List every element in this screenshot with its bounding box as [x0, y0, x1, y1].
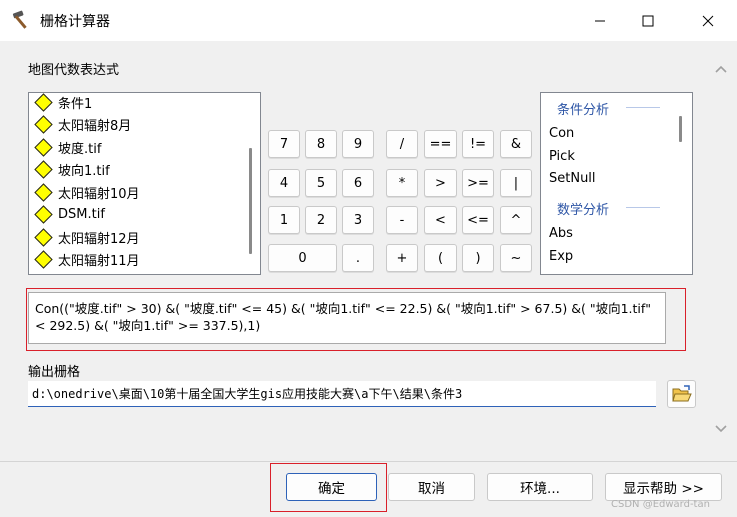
tools-scrollbar-thumb[interactable] — [679, 116, 682, 142]
calc-button-divide[interactable]: / — [386, 130, 418, 158]
calc-button-2[interactable]: 2 — [305, 206, 337, 234]
ok-highlight-frame — [270, 463, 387, 512]
tool-item-con[interactable]: Con — [549, 126, 574, 141]
close-icon — [702, 15, 714, 26]
minimize-button[interactable] — [577, 0, 623, 41]
calc-button-xor[interactable]: ^ — [500, 206, 532, 234]
raster-layer-icon — [34, 204, 53, 224]
raster-layer-icon — [34, 159, 53, 179]
layer-item[interactable]: DSM.tif — [34, 203, 105, 225]
calc-button-decimal[interactable]: . — [342, 244, 374, 272]
calc-button-plus[interactable]: + — [386, 244, 418, 272]
tool-category-conditional: 条件分析 — [557, 103, 610, 118]
calc-button-3[interactable]: 3 — [342, 206, 374, 234]
hammer-icon — [12, 10, 27, 29]
calc-button-1[interactable]: 1 — [268, 206, 300, 234]
raster-layer-icon — [34, 182, 53, 202]
calc-button-multiply[interactable]: * — [386, 169, 418, 197]
calc-button-minus[interactable]: - — [386, 206, 418, 234]
tools-scrollbar[interactable] — [674, 94, 691, 273]
watermark: CSDN @Edward-tan — [611, 499, 710, 510]
map-algebra-label: 地图代数表达式 — [28, 63, 120, 78]
window-title: 栅格计算器 — [40, 14, 110, 30]
raster-layer-icon — [34, 227, 53, 247]
category-divider — [626, 107, 660, 108]
calc-button-less-equal[interactable]: <= — [462, 206, 494, 234]
layer-item[interactable]: 太阳辐射8月 — [34, 113, 131, 135]
open-folder-icon — [671, 385, 692, 402]
minimize-icon — [595, 20, 605, 21]
raster-layer-icon — [34, 137, 53, 157]
layer-item[interactable]: 太阳辐射10月 — [34, 181, 140, 203]
calc-button-greater-equal[interactable]: >= — [462, 169, 494, 197]
tool-item-abs[interactable]: Abs — [549, 226, 573, 241]
calc-button-close-paren[interactable]: ) — [462, 244, 494, 272]
layer-item[interactable]: 太阳辐射11月 — [34, 248, 140, 270]
calc-button-6[interactable]: 6 — [342, 169, 374, 197]
calc-button-or[interactable]: | — [500, 169, 532, 197]
output-raster-label: 输出栅格 — [28, 365, 81, 380]
layer-item[interactable]: 坡向1.tif — [34, 158, 110, 180]
calc-button-less[interactable]: < — [424, 206, 457, 234]
calc-button-9[interactable]: 9 — [342, 130, 374, 158]
show-help-button[interactable]: 显示帮助 >> — [605, 473, 722, 501]
browse-button[interactable] — [667, 380, 696, 408]
layers-scrollbar-thumb[interactable] — [249, 148, 252, 254]
calc-button-and[interactable]: & — [500, 130, 532, 158]
tool-item-exp[interactable]: Exp — [549, 249, 573, 264]
output-raster-input[interactable]: d:\onedrive\桌面\10第十届全国大学生gis应用技能大赛\a下午\结… — [28, 381, 656, 407]
expression-highlight-frame — [26, 288, 686, 351]
title-bar[interactable]: 栅格计算器 — [0, 0, 737, 41]
calc-button-7[interactable]: 7 — [268, 130, 300, 158]
calc-button-not-equal[interactable]: != — [462, 130, 494, 158]
raster-calculator-window: 栅格计算器 地图代数表达式 条件1 太阳辐射8月 坡度.tif 坡向1.tif … — [0, 0, 737, 517]
calc-button-not[interactable]: ~ — [500, 244, 532, 272]
tool-category-math: 数学分析 — [557, 203, 610, 218]
category-divider — [626, 207, 660, 208]
calc-button-greater[interactable]: > — [424, 169, 457, 197]
raster-layer-icon — [34, 249, 53, 269]
maximize-icon — [642, 15, 654, 26]
scroll-up-icon[interactable] — [714, 62, 728, 76]
layer-item[interactable]: 坡度.tif — [34, 136, 101, 158]
cancel-button[interactable]: 取消 — [388, 473, 475, 501]
layer-item[interactable]: 条件1 — [34, 93, 92, 113]
footer-divider — [0, 461, 737, 462]
scroll-down-icon[interactable] — [714, 422, 728, 436]
raster-layer-icon — [34, 114, 53, 134]
tools-list[interactable]: 条件分析 Con Pick SetNull 数学分析 Abs Exp — [540, 92, 693, 275]
close-button[interactable] — [685, 0, 731, 41]
calc-button-4[interactable]: 4 — [268, 169, 300, 197]
calc-button-open-paren[interactable]: ( — [424, 244, 457, 272]
calc-button-8[interactable]: 8 — [305, 130, 337, 158]
tool-item-setnull[interactable]: SetNull — [549, 171, 596, 186]
layers-scrollbar[interactable] — [242, 94, 259, 273]
environments-button[interactable]: 环境... — [487, 473, 593, 501]
maximize-button[interactable] — [625, 0, 671, 41]
layers-list[interactable]: 条件1 太阳辐射8月 坡度.tif 坡向1.tif 太阳辐射10月 DSM.ti… — [28, 92, 261, 275]
calc-button-0[interactable]: 0 — [268, 244, 337, 272]
calc-button-equal[interactable]: == — [424, 130, 457, 158]
layer-item[interactable]: 太阳辐射12月 — [34, 226, 140, 248]
raster-layer-icon — [34, 93, 53, 112]
calc-button-5[interactable]: 5 — [305, 169, 337, 197]
tool-item-pick[interactable]: Pick — [549, 149, 575, 164]
dialog-scrollbar[interactable] — [708, 50, 734, 450]
